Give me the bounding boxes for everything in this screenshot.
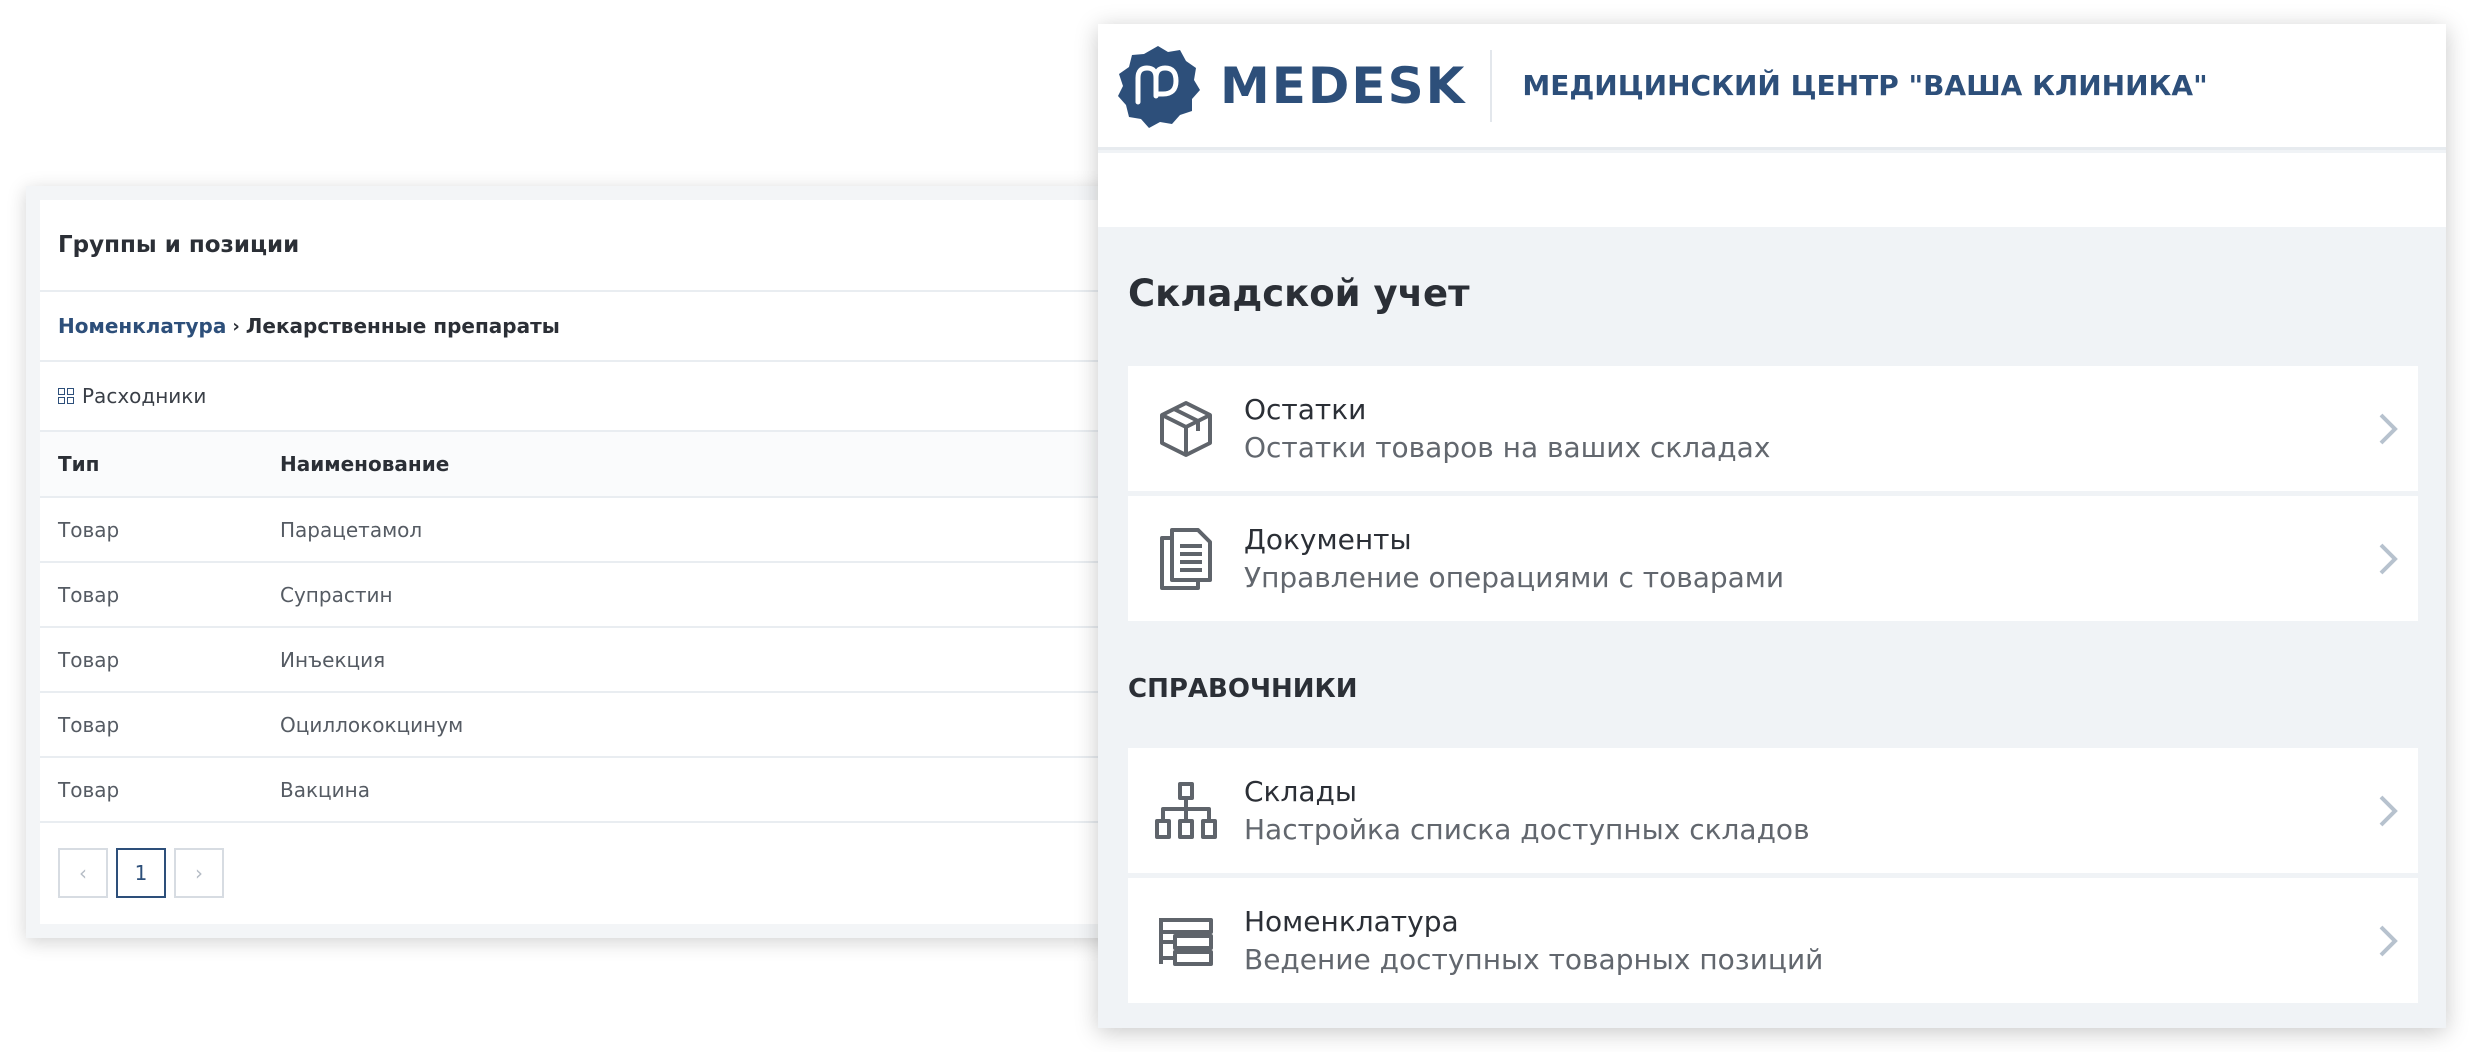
cell-type: Товар	[58, 647, 120, 672]
group-label: Расходники	[82, 384, 207, 408]
groups-panel: Группы и позиции Номенклатура › Лекарств…	[26, 186, 1176, 938]
menu-item-text: Документы Управление операциями с товара…	[1244, 521, 2358, 597]
pagination-page-button[interactable]: 1	[116, 848, 166, 898]
chevron-right-icon	[2358, 794, 2418, 828]
subheader-strip	[1098, 153, 2446, 227]
menu-item-title: Номенклатура	[1244, 904, 1459, 938]
cell-type: Товар	[58, 712, 120, 737]
menu-item-documents[interactable]: Документы Управление операциями с товара…	[1128, 496, 2418, 621]
header-divider	[1490, 49, 1493, 122]
cell-name: Вакцина	[280, 777, 370, 802]
menu-item-description: Остатки товаров на ваших складах	[1244, 430, 1771, 464]
breadcrumb-current: Лекарственные препараты	[245, 314, 560, 338]
table-header: Тип Наименование	[40, 432, 1176, 498]
medesk-logo-icon[interactable]	[1116, 44, 1200, 128]
chevron-right-icon	[2358, 542, 2418, 576]
nomenclature-icon	[1128, 878, 1244, 1003]
menu-item-description: Управление операциями с товарами	[1244, 560, 1785, 594]
column-header-type[interactable]: Тип	[40, 452, 280, 476]
cell-name: Оциллококцинум	[280, 712, 464, 737]
chevron-right-icon	[2358, 412, 2418, 446]
cell-name: Инъекция	[280, 647, 386, 672]
hierarchy-icon	[1128, 748, 1244, 873]
group-item-consumables[interactable]: Расходники	[40, 362, 1176, 432]
documents-icon	[1128, 496, 1244, 621]
chevron-right-icon: ›	[232, 315, 240, 337]
menu-item-text: Склады Настройка списка доступных складо…	[1244, 773, 2358, 849]
clinic-name: МЕДИЦИНСКИЙ ЦЕНТР "ВАША КЛИНИКА"	[1522, 69, 2208, 102]
cell-type: Товар	[58, 777, 120, 802]
breadcrumb-link-nomenclature[interactable]: Номенклатура	[58, 314, 226, 338]
grid-icon	[58, 388, 74, 404]
menu-item-description: Ведение доступных товарных позиций	[1244, 942, 1824, 976]
menu-item-stock[interactable]: Остатки Остатки товаров на ваших складах	[1128, 366, 2418, 491]
warehouse-panel: MEDESK МЕДИЦИНСКИЙ ЦЕНТР "ВАША КЛИНИКА" …	[1098, 24, 2446, 1028]
cell-type: Товар	[58, 517, 120, 542]
reference-section-title: СПРАВОЧНИКИ	[1128, 674, 1358, 704]
table-row[interactable]: Товар Инъекция	[40, 628, 1176, 693]
menu-item-title: Склады	[1244, 774, 1357, 808]
breadcrumb: Номенклатура › Лекарственные препараты	[40, 292, 1176, 362]
menu-item-title: Остатки	[1244, 392, 1367, 426]
pagination-next-button[interactable]: ›	[174, 848, 224, 898]
menu-item-warehouses[interactable]: Склады Настройка списка доступных складо…	[1128, 748, 2418, 873]
column-header-name[interactable]: Наименование	[280, 452, 1176, 476]
panel-title: Группы и позиции	[40, 200, 1176, 292]
section-title: Складской учет	[1128, 272, 1470, 315]
cell-name: Супрастин	[280, 582, 393, 607]
menu-item-title: Документы	[1244, 522, 1412, 556]
menu-item-text: Номенклатура Ведение доступных товарных …	[1244, 903, 2358, 979]
menu-item-nomenclature[interactable]: Номенклатура Ведение доступных товарных …	[1128, 878, 2418, 1003]
table-row[interactable]: Товар Оциллококцинум	[40, 693, 1176, 758]
pagination-prev-button[interactable]: ‹	[58, 848, 108, 898]
groups-panel-body: Группы и позиции Номенклатура › Лекарств…	[40, 200, 1176, 924]
chevron-right-icon	[2358, 924, 2418, 958]
app-header: MEDESK МЕДИЦИНСКИЙ ЦЕНТР "ВАША КЛИНИКА"	[1098, 24, 2446, 150]
cell-type: Товар	[58, 582, 120, 607]
table-row[interactable]: Товар Вакцина	[40, 758, 1176, 823]
menu-item-text: Остатки Остатки товаров на ваших складах	[1244, 391, 2358, 467]
brand-name: MEDESK	[1220, 56, 1467, 115]
table-row[interactable]: Товар Парацетамол	[40, 498, 1176, 563]
box-icon	[1128, 366, 1244, 491]
menu-item-description: Настройка списка доступных складов	[1244, 812, 1810, 846]
table-row[interactable]: Товар Супрастин	[40, 563, 1176, 628]
cell-name: Парацетамол	[280, 517, 423, 542]
pagination: ‹ 1 ›	[40, 823, 1176, 923]
